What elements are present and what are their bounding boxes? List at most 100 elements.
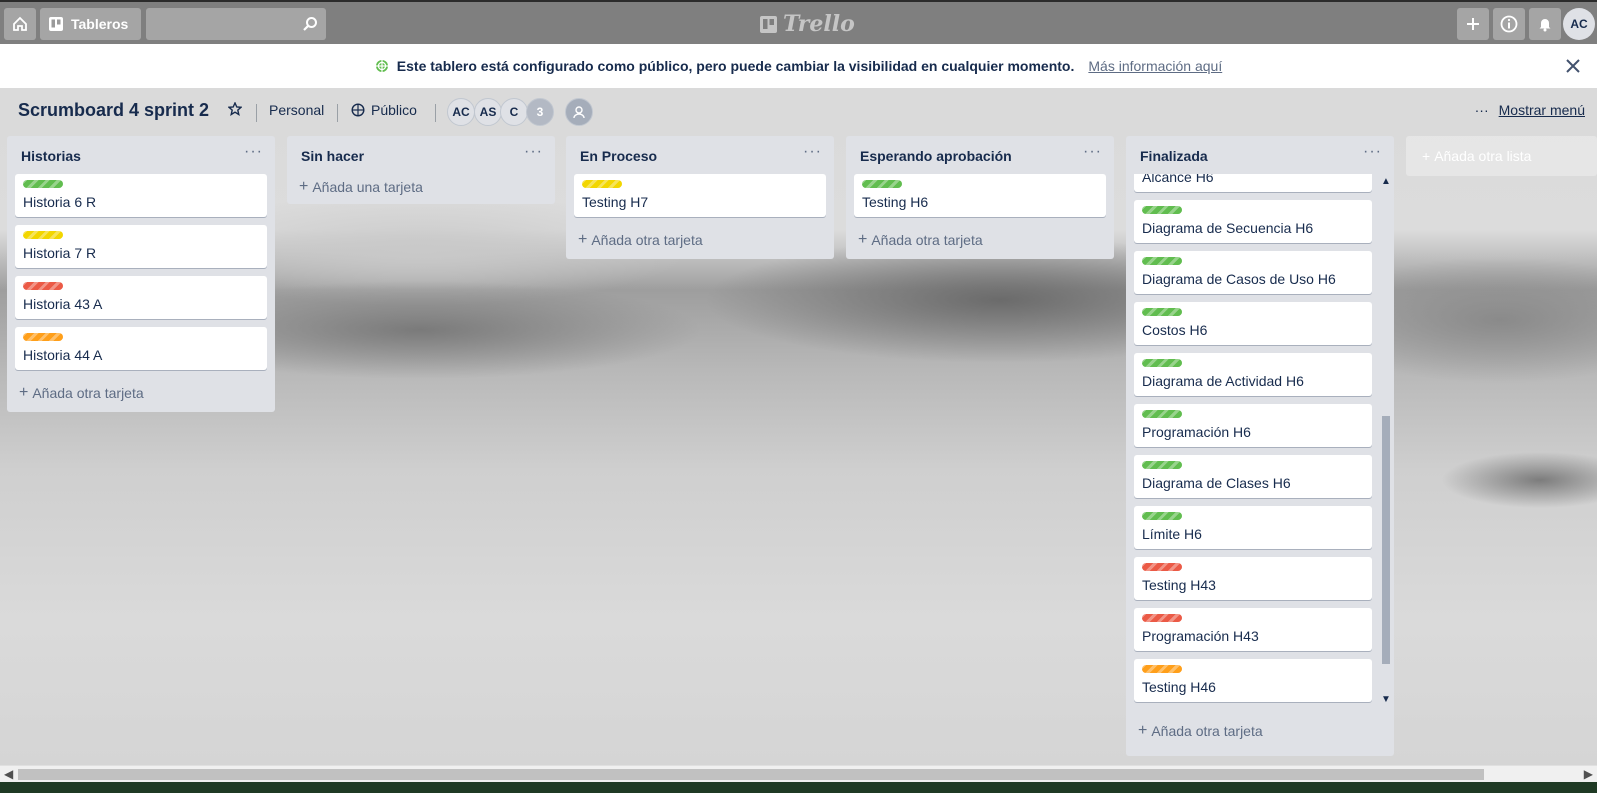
card[interactable]: Diagrama de Secuencia H6 [1134, 200, 1372, 243]
info-button[interactable] [1493, 8, 1525, 40]
member-avatar[interactable]: AS [474, 98, 502, 126]
card[interactable]: Diagrama de Clases H6 [1134, 455, 1372, 498]
list-sin-hacer: Sin hacer ··· + Añada una tarjeta [287, 136, 555, 204]
star-icon [228, 102, 242, 116]
add-card-label: Añada otra tarjeta [32, 385, 144, 401]
card[interactable]: Alcance H6 [1134, 174, 1372, 192]
top-header: Tableros Trello AC [0, 0, 1597, 44]
card[interactable]: Testing H6 [854, 174, 1106, 217]
card-title: Programación H43 [1142, 628, 1259, 644]
add-card-button[interactable]: + Añada otra tarjeta [1126, 716, 1275, 750]
list-menu-button[interactable]: ··· [1083, 143, 1102, 161]
card-title: Historia 44 A [23, 347, 103, 363]
team-button[interactable]: Personal [269, 102, 324, 118]
plus-icon: + [1422, 148, 1431, 164]
trello-logo-text: Trello [783, 11, 855, 37]
board-title[interactable]: Scrumboard 4 sprint 2 [18, 100, 209, 121]
list-menu-button[interactable]: ··· [524, 143, 543, 161]
card[interactable]: Historia 43 A [15, 276, 267, 319]
card[interactable]: Diagrama de Casos de Uso H6 [1134, 251, 1372, 294]
board-header: Scrumboard 4 sprint 2 Personal Público A… [0, 92, 1597, 132]
add-card-button[interactable]: + Añada otra tarjeta [7, 378, 275, 412]
list-title[interactable]: Historias [21, 148, 81, 164]
add-list-button[interactable]: + Añada otra lista [1406, 136, 1597, 176]
card[interactable]: Programación H43 [1134, 608, 1372, 651]
list-menu-button[interactable]: ··· [244, 143, 263, 161]
member-avatar[interactable]: AC [447, 98, 475, 126]
divider [337, 104, 338, 122]
plus-icon: + [578, 231, 588, 248]
list-menu-button[interactable]: ··· [803, 143, 822, 161]
card[interactable]: Costos H6 [1134, 302, 1372, 345]
card[interactable]: Historia 6 R [15, 174, 267, 217]
plus-icon: + [19, 384, 29, 401]
card-scroll-area[interactable]: Alcance H6 Diagrama de Secuencia H6 Diag… [1126, 174, 1394, 704]
user-avatar[interactable]: AC [1563, 8, 1595, 40]
boards-icon [49, 17, 63, 31]
card-label [1142, 410, 1182, 418]
card[interactable]: Límite H6 [1134, 506, 1372, 549]
scroll-left-arrow[interactable]: ◀ [4, 767, 13, 781]
more-members-count[interactable]: 3 [526, 98, 554, 126]
add-card-button[interactable]: + Añada otra tarjeta [846, 225, 1114, 259]
card[interactable]: Historia 44 A [15, 327, 267, 370]
card-title: Programación H6 [1142, 424, 1251, 440]
card-title: Historia 6 R [23, 194, 97, 210]
add-card-label: Añada otra tarjeta [871, 232, 983, 248]
card[interactable]: Historia 7 R [15, 225, 267, 268]
plus-icon: + [858, 231, 868, 248]
list-historias: Historias ··· Historia 6 R Historia 7 R … [7, 136, 275, 412]
divider [435, 104, 436, 122]
card-label [1142, 308, 1182, 316]
trello-logo[interactable]: Trello [760, 11, 855, 37]
list-title[interactable]: En Proceso [580, 148, 657, 164]
card-title: Testing H46 [1142, 679, 1216, 695]
notifications-button[interactable] [1529, 8, 1561, 40]
member-avatar[interactable]: C [500, 98, 528, 126]
list-title[interactable]: Esperando aprobación [860, 148, 1012, 164]
card-title: Historia 43 A [23, 296, 103, 312]
banner-more-info-link[interactable]: Más información aquí [1088, 58, 1222, 74]
add-member-icon [573, 106, 585, 119]
card-label [23, 231, 63, 239]
list-menu-button[interactable]: ··· [1363, 143, 1382, 161]
scroll-up-arrow[interactable]: ▲ [1380, 176, 1392, 188]
search-input[interactable] [146, 8, 326, 40]
show-menu-button[interactable]: ··· Mostrar menú [1475, 102, 1585, 118]
card-title: Historia 7 R [23, 245, 97, 261]
scroll-right-arrow[interactable]: ▶ [1584, 767, 1593, 781]
add-card-button[interactable]: + Añada otra tarjeta [566, 225, 834, 259]
list-header: Esperando aprobación ··· [846, 136, 1114, 174]
scrollbar-thumb[interactable] [18, 769, 1484, 780]
card-title: Testing H43 [1142, 577, 1216, 593]
banner-close-button[interactable] [1563, 56, 1583, 76]
boards-label: Tableros [71, 16, 129, 32]
search-box[interactable] [146, 8, 326, 40]
add-card-button[interactable]: + Añada una tarjeta [287, 174, 555, 204]
card-label [23, 333, 63, 341]
card[interactable]: Testing H7 [574, 174, 826, 217]
star-button[interactable] [228, 102, 242, 116]
list-title[interactable]: Sin hacer [301, 148, 364, 164]
boards-button[interactable]: Tableros [40, 8, 141, 40]
card-label [1142, 359, 1182, 367]
scroll-down-arrow[interactable]: ▼ [1380, 694, 1392, 706]
list-esperando-aprobacion: Esperando aprobación ··· Testing H6 + Aña… [846, 136, 1114, 259]
scrollbar-thumb[interactable] [1382, 416, 1390, 664]
add-card-label: Añada otra tarjeta [1151, 723, 1263, 739]
list-scrollbar[interactable]: ▲ ▼ [1380, 176, 1392, 706]
create-button[interactable] [1457, 8, 1489, 40]
board-horizontal-scrollbar[interactable]: ◀ ▶ [0, 765, 1597, 782]
home-button[interactable] [4, 8, 36, 40]
card[interactable]: Testing H43 [1134, 557, 1372, 600]
card[interactable]: Diagrama de Actividad H6 [1134, 353, 1372, 396]
card[interactable]: Programación H6 [1134, 404, 1372, 447]
banner-message: Este tablero está configurado como públi… [396, 58, 1075, 74]
home-icon [13, 16, 27, 31]
visibility-button[interactable]: Público [351, 102, 417, 118]
list-title[interactable]: Finalizada [1140, 148, 1208, 164]
card[interactable]: Testing H46 [1134, 659, 1372, 702]
taskbar-strip [0, 782, 1597, 793]
invite-member-button[interactable] [565, 98, 593, 126]
add-list-label: Añada otra lista [1434, 148, 1532, 164]
